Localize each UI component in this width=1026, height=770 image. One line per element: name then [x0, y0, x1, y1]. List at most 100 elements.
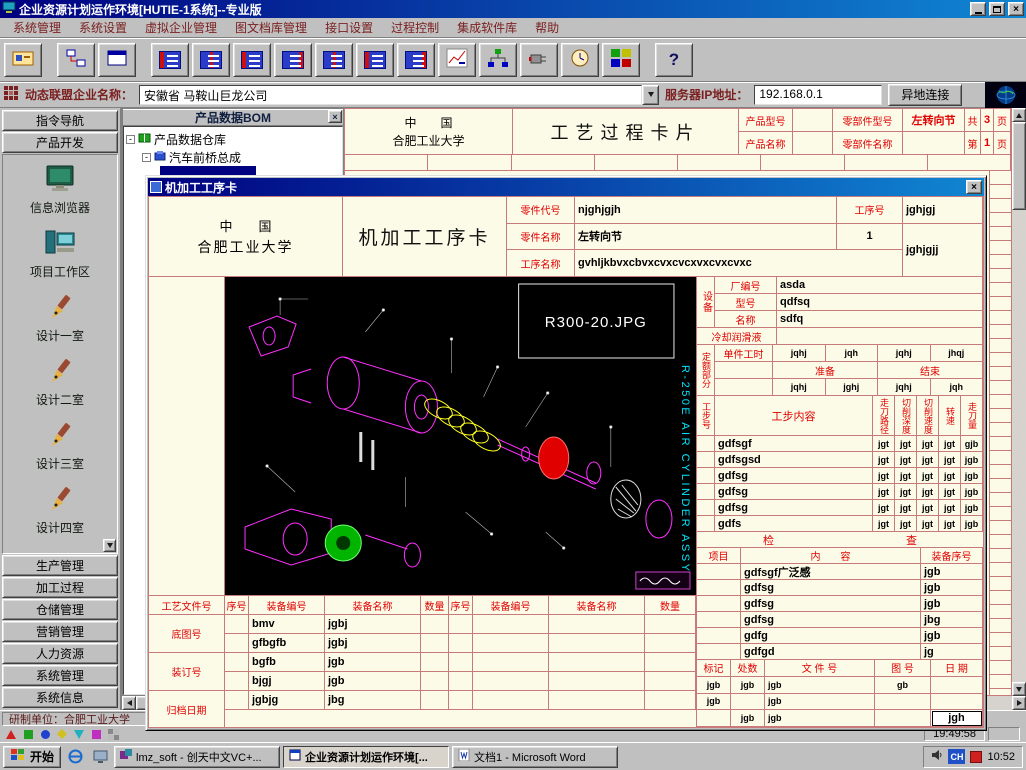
- equip-name[interactable]: jgb: [325, 672, 421, 691]
- scroll-right-button[interactable]: [1012, 696, 1026, 710]
- check-content[interactable]: gdfgd: [741, 644, 921, 660]
- quota-value[interactable]: jghj: [826, 379, 879, 396]
- equipment-row[interactable]: bjgjjgb: [225, 672, 696, 691]
- quick-launch-browser-icon[interactable]: [64, 746, 86, 768]
- op-right-value[interactable]: jghjgjj: [903, 224, 983, 277]
- quota-value[interactable]: jqh: [931, 379, 984, 396]
- check-serial[interactable]: jgb: [921, 628, 983, 644]
- dropdown-arrow-icon[interactable]: [642, 85, 659, 105]
- scroll-up-button[interactable]: [1012, 108, 1026, 122]
- toolbar-chart-button[interactable]: [438, 43, 476, 77]
- nav-machining-button[interactable]: 加工过程: [2, 577, 118, 598]
- nav-marketing-button[interactable]: 营销管理: [2, 621, 118, 642]
- draw-tool-icon-5[interactable]: [72, 727, 86, 741]
- quota-value[interactable]: jqh: [826, 345, 879, 362]
- nav-product-dev-button[interactable]: 产品开发: [2, 132, 118, 153]
- ime-indicator[interactable]: CH: [948, 749, 965, 764]
- step-row[interactable]: gdfsgjgtjgtjgtjgtjgb: [697, 500, 983, 516]
- menu-item-6[interactable]: 集成软件库: [448, 17, 526, 38]
- marks-row[interactable]: jgbjgbjgh: [697, 710, 983, 727]
- toolbar-help-button[interactable]: ?: [655, 43, 693, 77]
- sidebar-item-design-room-4[interactable]: 设计四室: [3, 478, 117, 542]
- nav-hr-button[interactable]: 人力资源: [2, 643, 118, 664]
- menu-item-1[interactable]: 系统设置: [70, 17, 136, 38]
- equip-name[interactable]: jgb: [325, 653, 421, 672]
- check-content[interactable]: gdfg: [741, 628, 921, 644]
- toolbar-login-button[interactable]: [4, 43, 42, 77]
- equip-name[interactable]: jbg: [325, 691, 421, 710]
- equip-code[interactable]: bjgj: [249, 672, 325, 691]
- sidebar-item-design-room-1[interactable]: 设计一室: [3, 286, 117, 350]
- dialog-titlebar[interactable]: 机加工工序卡 ×: [148, 178, 984, 196]
- step-row[interactable]: gdfsjgtjgtjgtjgtjgb: [697, 516, 983, 532]
- step-row[interactable]: gdfsgsdjgtjgtjgtjgtjgb: [697, 452, 983, 468]
- nav-system-mgmt-button[interactable]: 系统管理: [2, 665, 118, 686]
- step-content[interactable]: gdfsg: [715, 500, 873, 516]
- equip-code[interactable]: bgfb: [249, 653, 325, 672]
- minimize-button[interactable]: [970, 2, 986, 16]
- part-seq-value[interactable]: 1: [837, 224, 903, 251]
- check-serial[interactable]: jg: [921, 644, 983, 660]
- step-content[interactable]: gdfs: [715, 516, 873, 532]
- quota-value[interactable]: jqhj: [773, 379, 826, 396]
- toolbar-window-button[interactable]: [98, 43, 136, 77]
- taskbar-task-erp[interactable]: 企业资源计划运作环境[...: [283, 746, 449, 768]
- quota-value[interactable]: jhqj: [931, 345, 984, 362]
- equipment-row[interactable]: jgbjgjbg: [225, 691, 696, 710]
- cad-viewport[interactable]: R300-20.JPG R-250E AIR CYLINDER ASSY: [225, 277, 696, 595]
- check-row[interactable]: gdfsgjgb: [697, 596, 983, 612]
- op-no-value[interactable]: jghjgj: [903, 197, 983, 224]
- scroll-down-button[interactable]: [1012, 682, 1026, 696]
- equipment-row[interactable]: bmvjgbj: [225, 615, 696, 634]
- remote-connect-button[interactable]: 异地连接: [888, 84, 962, 106]
- quota-value[interactable]: jqhj: [878, 345, 931, 362]
- draw-tool-icon-6[interactable]: [89, 727, 103, 741]
- toolbar-doc6-button[interactable]: [397, 43, 435, 77]
- equipment-row[interactable]: gfbgfbjgbj: [225, 634, 696, 653]
- draw-tool-icon-7[interactable]: [106, 727, 120, 741]
- active-edit-cell[interactable]: jgh: [931, 710, 983, 727]
- menu-item-3[interactable]: 图文档库管理: [226, 17, 316, 38]
- check-row[interactable]: gdfgdjg: [697, 644, 983, 660]
- step-row[interactable]: gdfsgjgtjgtjgtjgtjgb: [697, 484, 983, 500]
- equip-name[interactable]: jgbj: [325, 634, 421, 653]
- toolbar-doc4-button[interactable]: [315, 43, 353, 77]
- menu-item-4[interactable]: 接口设置: [316, 17, 382, 38]
- tree-collapse-icon[interactable]: -: [126, 135, 135, 144]
- menu-item-5[interactable]: 过程控制: [382, 17, 448, 38]
- op-name-value[interactable]: gvhljkbvxcbvxcvxcvcxvxcvxcvxc: [575, 250, 903, 277]
- menu-item-0[interactable]: 系统管理: [4, 17, 70, 38]
- sidebar-item-design-room-2[interactable]: 设计二室: [3, 350, 117, 414]
- quota-value[interactable]: jqhj: [773, 345, 826, 362]
- quick-launch-desktop-icon[interactable]: [89, 746, 111, 768]
- toolbar-flowchart-button[interactable]: [57, 43, 95, 77]
- step-content[interactable]: gdfsg: [715, 468, 873, 484]
- toolbar-software-lib-button[interactable]: [602, 43, 640, 77]
- check-serial[interactable]: jbg: [921, 612, 983, 628]
- nav-command-button[interactable]: 指令导航: [2, 110, 118, 131]
- toolbar-doc5-button[interactable]: [356, 43, 394, 77]
- draw-tool-icon-3[interactable]: [38, 727, 52, 741]
- part-name-value[interactable]: 左转向节: [575, 224, 837, 251]
- start-button[interactable]: 开始: [3, 746, 61, 768]
- tray-red-icon[interactable]: [970, 751, 982, 763]
- scroll-left-button[interactable]: [122, 696, 136, 710]
- marks-row[interactable]: jgbjgbjgbgb: [697, 677, 983, 694]
- step-content[interactable]: gdfsgsd: [715, 452, 873, 468]
- draw-tool-icon-2[interactable]: [21, 727, 35, 741]
- tools-scroll-down-button[interactable]: [103, 539, 116, 552]
- step-row[interactable]: gdfsgjgtjgtjgtjgtjgb: [697, 468, 983, 484]
- tree-close-button[interactable]: ×: [328, 110, 342, 123]
- menu-item-2[interactable]: 虚拟企业管理: [136, 17, 226, 38]
- vertical-scroll-thumb[interactable]: [1012, 122, 1026, 210]
- step-content[interactable]: gdfsgf: [715, 436, 873, 452]
- check-content[interactable]: gdfsg: [741, 580, 921, 596]
- step-content[interactable]: gdfsg: [715, 484, 873, 500]
- equip-name[interactable]: jgbj: [325, 615, 421, 634]
- machine-model-value[interactable]: qdfsq: [777, 294, 983, 311]
- taskbar-task-vc[interactable]: lmz_soft - 创天中文VC+...: [114, 746, 280, 768]
- coolant-value[interactable]: [777, 328, 983, 345]
- tree-item-root[interactable]: - 产品数据仓库: [126, 130, 340, 148]
- equipment-row[interactable]: bgfbjgb: [225, 653, 696, 672]
- check-content[interactable]: gdfsgf广泛感: [741, 564, 921, 580]
